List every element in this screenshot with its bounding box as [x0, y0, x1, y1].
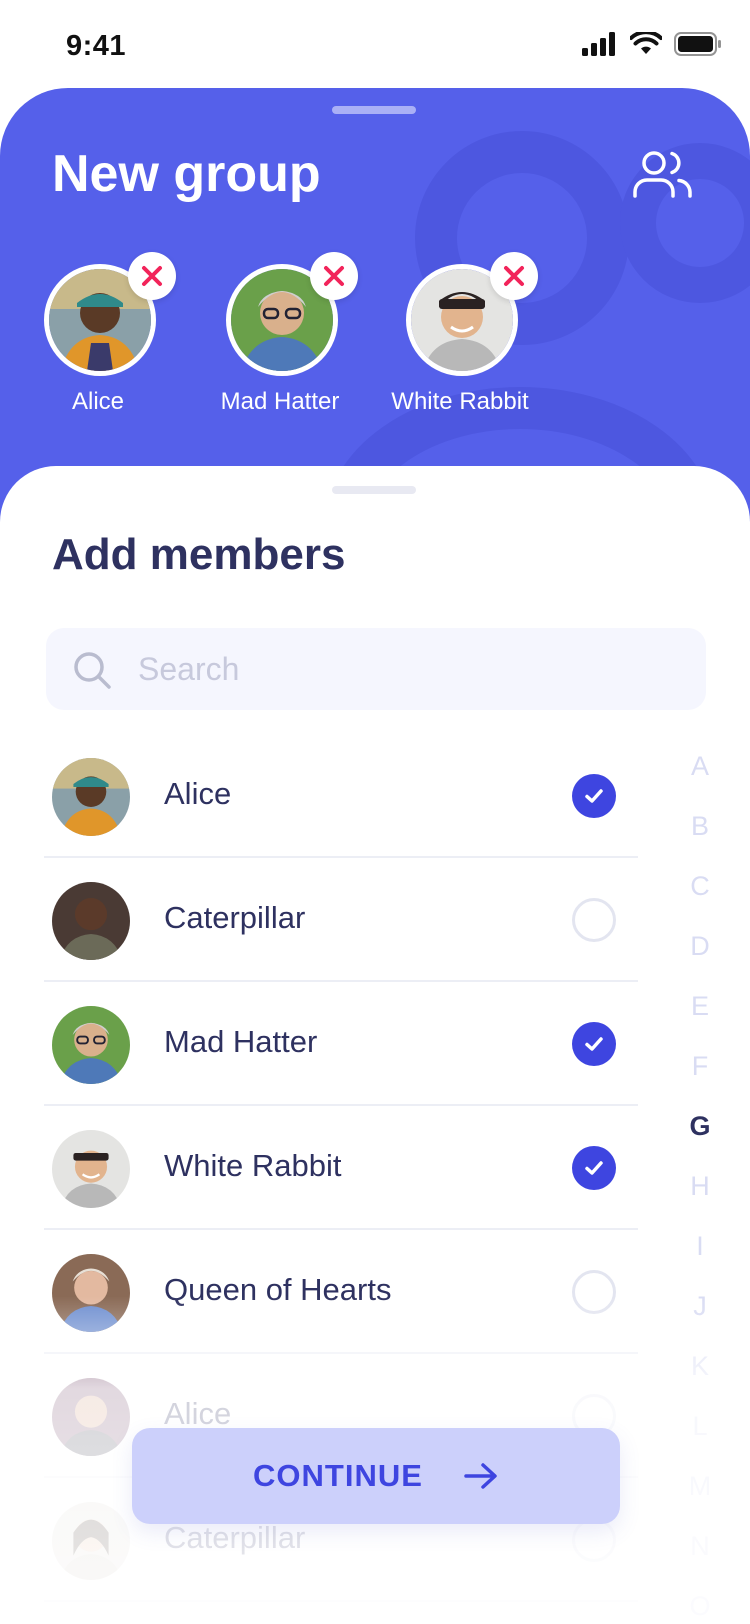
selected-member-name: White Rabbit [391, 388, 529, 415]
member-name: White Rabbit [164, 1148, 342, 1183]
index-letter-f[interactable]: F [680, 1036, 720, 1096]
avatar [52, 1378, 130, 1456]
member-name: Alice [164, 1396, 232, 1431]
member-name: Caterpillar [164, 1520, 306, 1555]
status-time: 9:41 [66, 30, 127, 62]
status-icons [582, 32, 722, 56]
check-icon [585, 1161, 603, 1175]
search-input[interactable] [138, 628, 678, 710]
member-checkbox-unchecked[interactable] [572, 1270, 616, 1314]
avatar [52, 882, 130, 960]
battery-icon [674, 32, 721, 56]
remove-alice-button[interactable] [128, 252, 176, 300]
add-members-sheet: Add members Alice [0, 466, 750, 1624]
index-letter-g[interactable]: G [680, 1096, 720, 1156]
continue-label: CONTINUE [253, 1458, 423, 1493]
member-checkbox-unchecked[interactable] [572, 898, 616, 942]
member-name: Queen of Hearts [164, 1272, 392, 1307]
index-letter-n[interactable]: N [680, 1516, 720, 1576]
avatar [52, 1006, 130, 1084]
member-row-mad-hatter[interactable]: Mad Hatter [44, 982, 638, 1106]
selected-member-name: Mad Hatter [220, 388, 340, 415]
index-letter-e[interactable]: E [680, 976, 720, 1036]
member-row-white-rabbit[interactable]: White Rabbit [44, 1106, 638, 1230]
alphabet-index[interactable]: A B C D E F G H I J K L M N O [680, 736, 720, 1624]
wifi-icon [630, 32, 662, 54]
index-letter-o[interactable]: O [680, 1576, 720, 1624]
page-title: New group [52, 145, 321, 203]
group-members-button[interactable] [632, 148, 694, 200]
member-row-queen-of-hearts[interactable]: Queen of Hearts [44, 1230, 638, 1354]
member-checkbox-checked[interactable] [572, 1022, 616, 1066]
member-name: Caterpillar [164, 900, 306, 935]
member-row-alice[interactable]: Alice [44, 734, 638, 858]
close-icon [142, 266, 162, 286]
index-letter-c[interactable]: C [680, 856, 720, 916]
member-checkbox-checked[interactable] [572, 1146, 616, 1190]
check-icon [585, 1037, 603, 1051]
check-icon [585, 789, 603, 803]
search-box[interactable] [46, 628, 706, 710]
new-group-header: New group Alice Mad Hatter White Rabbit [0, 88, 750, 528]
member-row-caterpillar[interactable]: Caterpillar [44, 858, 638, 982]
close-icon [324, 266, 344, 286]
remove-mad-hatter-button[interactable] [310, 252, 358, 300]
index-letter-b[interactable]: B [680, 796, 720, 856]
avatar [52, 1502, 130, 1580]
selected-member-name: Alice [71, 388, 125, 415]
index-letter-i[interactable]: I [680, 1216, 720, 1276]
index-letter-m[interactable]: M [680, 1456, 720, 1516]
index-letter-k[interactable]: K [680, 1336, 720, 1396]
users-icon [633, 151, 692, 198]
avatar [52, 758, 130, 836]
member-checkbox-unchecked[interactable] [572, 1518, 616, 1562]
member-name: Alice [164, 776, 232, 811]
index-letter-d[interactable]: D [680, 916, 720, 976]
signal-icon [582, 32, 615, 56]
continue-button[interactable]: CONTINUE [132, 1428, 620, 1524]
remove-white-rabbit-button[interactable] [490, 252, 538, 300]
index-letter-j[interactable]: J [680, 1276, 720, 1336]
index-letter-l[interactable]: L [680, 1396, 720, 1456]
index-letter-a[interactable]: A [680, 736, 720, 796]
status-bar: 9:41 [0, 0, 750, 90]
avatar [52, 1130, 130, 1208]
close-icon [504, 266, 524, 286]
header-sheet-handle[interactable] [332, 106, 416, 114]
section-title: Add members [52, 530, 346, 579]
members-sheet-handle[interactable] [332, 486, 416, 494]
avatar [52, 1254, 130, 1332]
arrow-right-icon [464, 1463, 497, 1489]
member-name: Mad Hatter [164, 1024, 318, 1059]
index-letter-h[interactable]: H [680, 1156, 720, 1216]
search-icon [74, 652, 111, 689]
member-checkbox-checked[interactable] [572, 774, 616, 818]
